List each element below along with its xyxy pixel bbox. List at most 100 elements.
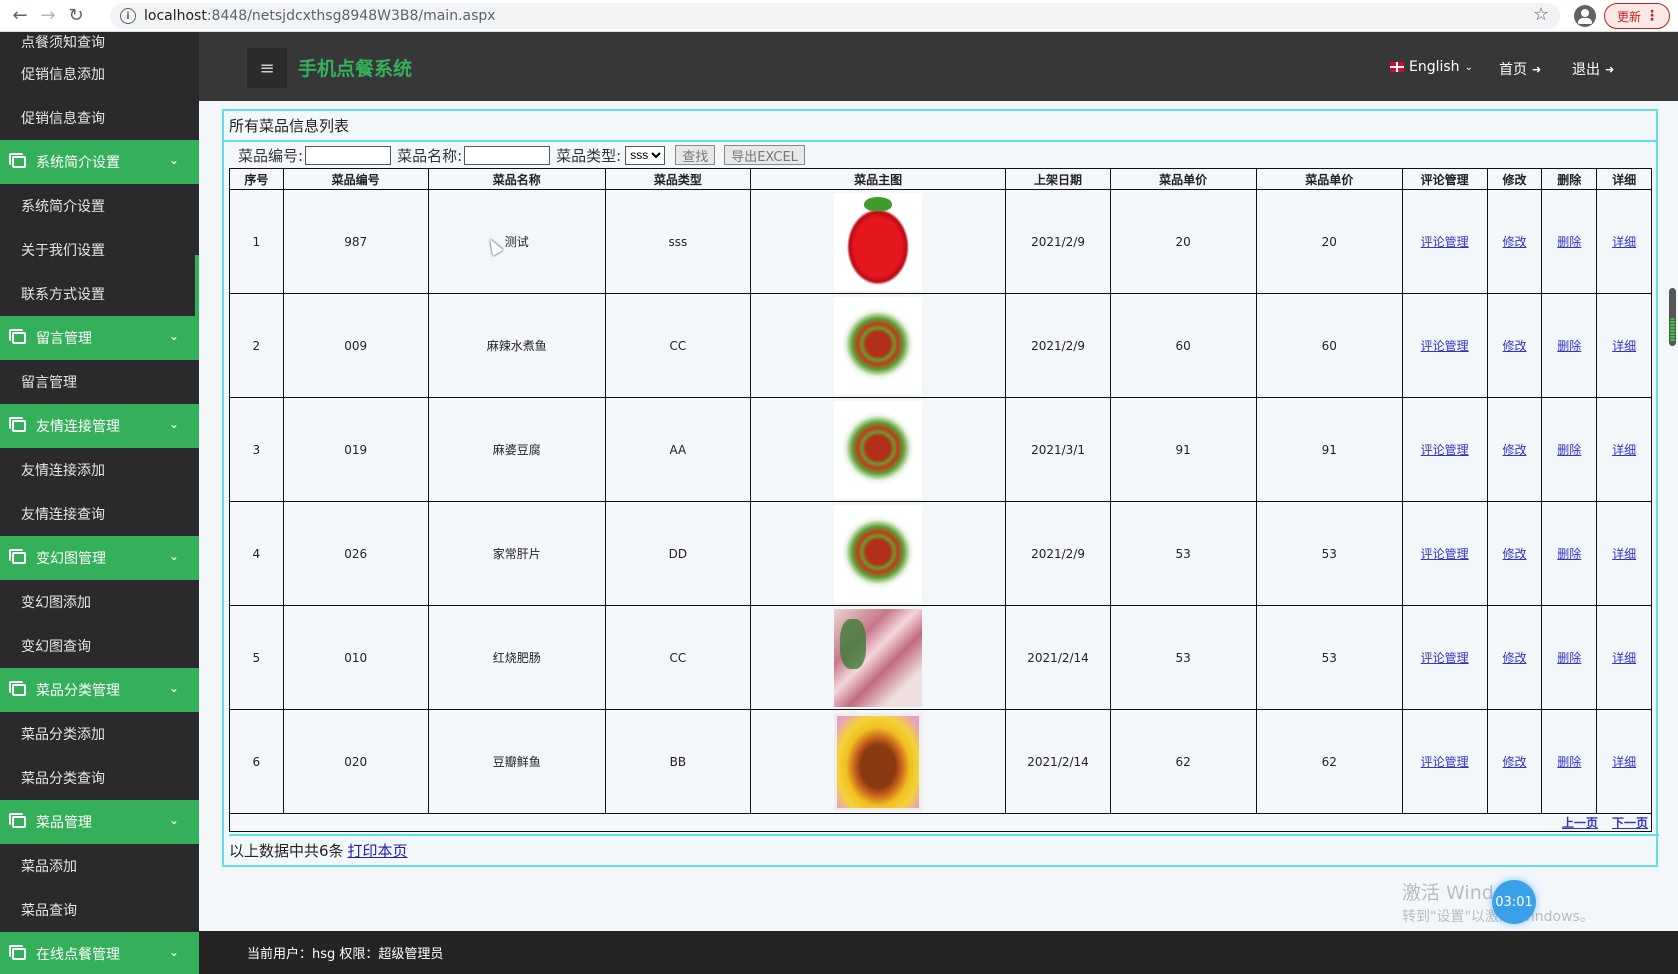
comment-cell: 评论管理	[1401, 293, 1488, 398]
delete-link[interactable]: 删除	[1557, 235, 1581, 249]
url-path: :8448/netsjdcxthsg8948W3B8/main.aspx	[206, 8, 496, 24]
delete-link[interactable]: 删除	[1557, 339, 1581, 353]
sidebar-item-label: 菜品添加	[21, 859, 77, 875]
window-icon	[9, 813, 26, 828]
sidebar-item-label: 菜品分类添加	[21, 727, 105, 743]
dish-name-input[interactable]	[464, 145, 551, 165]
unit-price: 53	[1109, 605, 1257, 710]
comment-manage-link[interactable]: 评论管理	[1421, 651, 1469, 665]
sidebar-item[interactable]: 留言管理	[0, 360, 199, 404]
sign-out-icon: ➜	[1532, 62, 1542, 76]
sidebar-group[interactable]: 友情连接管理 ⌄	[0, 404, 199, 448]
sidebar-scroll-indicator[interactable]	[195, 255, 199, 325]
sidebar-item[interactable]: 关于我们设置	[0, 228, 199, 272]
sidebar-item[interactable]: 菜品添加	[0, 844, 199, 888]
hamburger-menu-icon[interactable]: ≡	[247, 48, 287, 88]
detail-link[interactable]: 详细	[1612, 547, 1636, 561]
bookmark-star-icon[interactable]: ☆	[1533, 4, 1549, 25]
edit-link[interactable]: 修改	[1502, 547, 1526, 561]
prev-page-link[interactable]: 上一页	[1562, 816, 1598, 830]
sidebar-group[interactable]: 留言管理 ⌄	[0, 316, 199, 360]
edit-link[interactable]: 修改	[1502, 755, 1526, 769]
dish-image-cell	[749, 293, 1007, 398]
comment-manage-link[interactable]: 评论管理	[1421, 339, 1469, 353]
sidebar-group[interactable]: 系统简介设置 ⌄	[0, 140, 199, 184]
dish-code-input[interactable]	[305, 145, 392, 165]
sidebar-item[interactable]: 促销信息添加	[0, 52, 199, 96]
sidebar-group-label: 系统简介设置	[36, 155, 120, 171]
sidebar-item[interactable]: 系统简介设置	[0, 184, 199, 228]
listing-date: 2021/2/14	[1005, 605, 1111, 710]
unit-price: 60	[1109, 293, 1257, 398]
detail-link[interactable]: 详细	[1612, 235, 1636, 249]
listing-date: 2021/2/9	[1005, 189, 1111, 294]
sidebar-group[interactable]: 菜品管理 ⌄	[0, 800, 199, 844]
chevron-down-icon: ⌄	[168, 417, 179, 431]
sidebar-item[interactable]: 联系方式设置	[0, 272, 199, 316]
dish-type-select[interactable]: sss	[625, 145, 666, 165]
detail-cell: 详细	[1596, 293, 1652, 398]
next-page-link[interactable]: 下一页	[1612, 816, 1648, 830]
table-row: 4 026 家常肝片 DD 2021/2/9 53 53 评论管理 修改 删除 详细	[229, 501, 1652, 606]
print-page-link[interactable]: 打印本页	[348, 840, 408, 861]
export-excel-button[interactable]: 导出EXCEL	[724, 145, 805, 165]
edit-link[interactable]: 修改	[1502, 443, 1526, 457]
dish-code-label: 菜品编号:	[238, 146, 304, 165]
language-selector[interactable]: English ⌄	[1390, 59, 1473, 75]
sidebar-item[interactable]: 菜品分类查询	[0, 756, 199, 800]
detail-link[interactable]: 详细	[1612, 339, 1636, 353]
detail-link[interactable]: 详细	[1612, 443, 1636, 457]
sidebar-item[interactable]: 友情连接查询	[0, 492, 199, 536]
dish-code: 010	[282, 605, 429, 710]
sidebar-item-label: 友情连接查询	[21, 507, 105, 523]
delete-link[interactable]: 删除	[1557, 651, 1581, 665]
recording-timer-badge[interactable]: 03:01	[1492, 880, 1536, 924]
reload-button[interactable]: ↻	[62, 2, 90, 30]
home-link[interactable]: 首页 ➜	[1499, 59, 1541, 79]
forward-button[interactable]: →	[34, 2, 62, 30]
sidebar-group-label: 菜品分类管理	[36, 683, 120, 699]
browser-update-button[interactable]: 更新 ⋮	[1604, 3, 1670, 29]
profile-avatar-icon[interactable]	[1574, 5, 1596, 27]
search-button[interactable]: 查找	[675, 145, 716, 165]
unit-price-2: 60	[1255, 293, 1403, 398]
sidebar-item[interactable]: 变幻图添加	[0, 580, 199, 624]
detail-cell: 详细	[1596, 709, 1652, 814]
column-header: 修改	[1486, 168, 1543, 190]
logout-link[interactable]: 退出 ➜	[1572, 59, 1614, 79]
window-icon	[9, 153, 26, 168]
delete-link[interactable]: 删除	[1557, 547, 1581, 561]
chevron-down-icon: ⌄	[168, 329, 179, 343]
window-icon	[9, 681, 26, 696]
comment-cell: 评论管理	[1401, 501, 1488, 606]
address-bar[interactable]: i localhost:8448/netsjdcxthsg8948W3B8/ma…	[110, 3, 1560, 29]
site-info-icon[interactable]: i	[120, 8, 136, 24]
dish-type: CC	[604, 605, 751, 710]
back-button[interactable]: ←	[6, 2, 34, 30]
edit-link[interactable]: 修改	[1502, 651, 1526, 665]
page-scrollbar[interactable]	[1669, 288, 1676, 346]
sidebar-item[interactable]: 点餐须知查询	[0, 32, 199, 52]
edit-link[interactable]: 修改	[1502, 235, 1526, 249]
sidebar-item[interactable]: 友情连接添加	[0, 448, 199, 492]
sidebar-group[interactable]: 在线点餐管理 ⌄	[0, 932, 199, 974]
dish-image	[834, 608, 923, 707]
sidebar-item[interactable]: 促销信息查询	[0, 96, 199, 140]
sidebar-item[interactable]: 菜品分类添加	[0, 712, 199, 756]
comment-manage-link[interactable]: 评论管理	[1421, 755, 1469, 769]
sidebar-item[interactable]: 菜品查询	[0, 888, 199, 932]
comment-manage-link[interactable]: 评论管理	[1421, 235, 1469, 249]
edit-link[interactable]: 修改	[1502, 339, 1526, 353]
sidebar-group[interactable]: 菜品分类管理 ⌄	[0, 668, 199, 712]
sidebar-group-label: 友情连接管理	[36, 419, 120, 435]
sidebar-item[interactable]: 变幻图查询	[0, 624, 199, 668]
comment-manage-link[interactable]: 评论管理	[1421, 443, 1469, 457]
delete-link[interactable]: 删除	[1557, 755, 1581, 769]
detail-link[interactable]: 详细	[1612, 755, 1636, 769]
edit-cell: 修改	[1486, 501, 1543, 606]
comment-manage-link[interactable]: 评论管理	[1421, 547, 1469, 561]
sidebar-group[interactable]: 变幻图管理 ⌄	[0, 536, 199, 580]
row-number: 2	[229, 293, 284, 398]
delete-link[interactable]: 删除	[1557, 443, 1581, 457]
detail-link[interactable]: 详细	[1612, 651, 1636, 665]
